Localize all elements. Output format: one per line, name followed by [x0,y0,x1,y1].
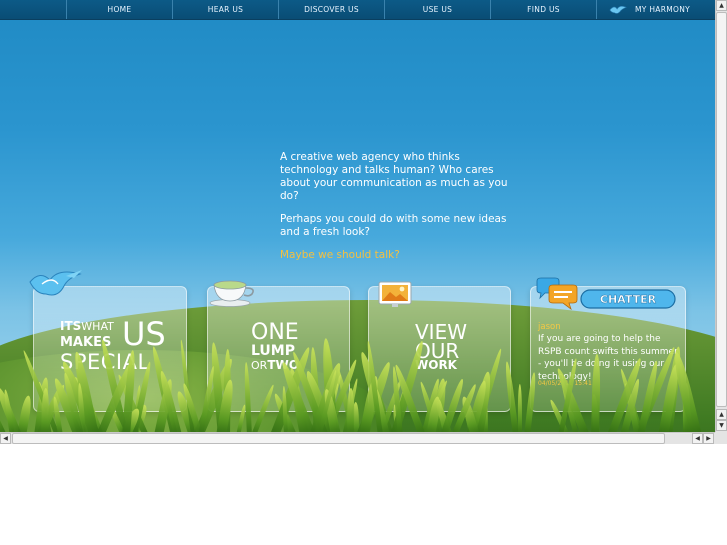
its-label: ITSWHAT [60,319,114,333]
bird-logo-icon [609,5,627,14]
us-label: US [122,315,166,353]
scroll-down-button-2[interactable]: ▼ [716,420,727,431]
nav-discover-us[interactable]: DISCOVER US [278,0,384,19]
nav-home[interactable]: HOME [66,0,172,19]
nav-find-us[interactable]: FIND US [490,0,596,19]
nav-hear-us[interactable]: HEAR US [172,0,278,19]
vertical-scrollbar[interactable]: ▲ ▲ ▼ [715,0,727,432]
vertical-scroll-thumb[interactable] [716,12,727,407]
speech-bubbles-icon [536,277,578,311]
scroll-left-button-2[interactable]: ◀ [692,433,703,444]
intro-paragraph-2: Perhaps you could do with some new ideas… [280,213,507,238]
nav-use-us[interactable]: USE US [384,0,490,19]
chatter-username[interactable]: jason [538,322,561,332]
work-label: WORK [415,358,457,372]
svg-text:CHATTER: CHATTER [600,293,657,306]
nav-my-harmony[interactable]: MY HARMONY [596,0,702,19]
lump-label: LUMP [251,343,295,359]
horizontal-scroll-thumb[interactable] [12,433,665,444]
bird-logo-icon [29,270,82,296]
teacup-icon [209,280,254,307]
intro-cta[interactable]: Maybe we should talk? [280,249,520,262]
picture-frame-icon [378,281,412,307]
nav-my-harmony-label: MY HARMONY [635,5,690,14]
chatter-logo: CHATTER [580,289,676,309]
horizontal-scrollbar[interactable]: ◀ ◀ ▶ [0,432,715,444]
scrollbar-corner [715,432,727,444]
scroll-down-button[interactable]: ▲ [716,409,727,420]
scroll-left-button[interactable]: ◀ [0,433,11,444]
intro-text: A creative web agency who thinks technol… [280,151,520,272]
page-viewport: HOME HEAR US DISCOVER US USE US FIND US … [0,0,715,432]
scroll-up-button[interactable]: ▲ [716,0,727,11]
intro-paragraph-1: A creative web agency who thinks technol… [280,151,508,202]
grass-blade [346,388,354,432]
main-nav: HOME HEAR US DISCOVER US USE US FIND US … [0,0,715,20]
scroll-right-button[interactable]: ▶ [703,433,714,444]
one-label: ONE [251,320,299,345]
